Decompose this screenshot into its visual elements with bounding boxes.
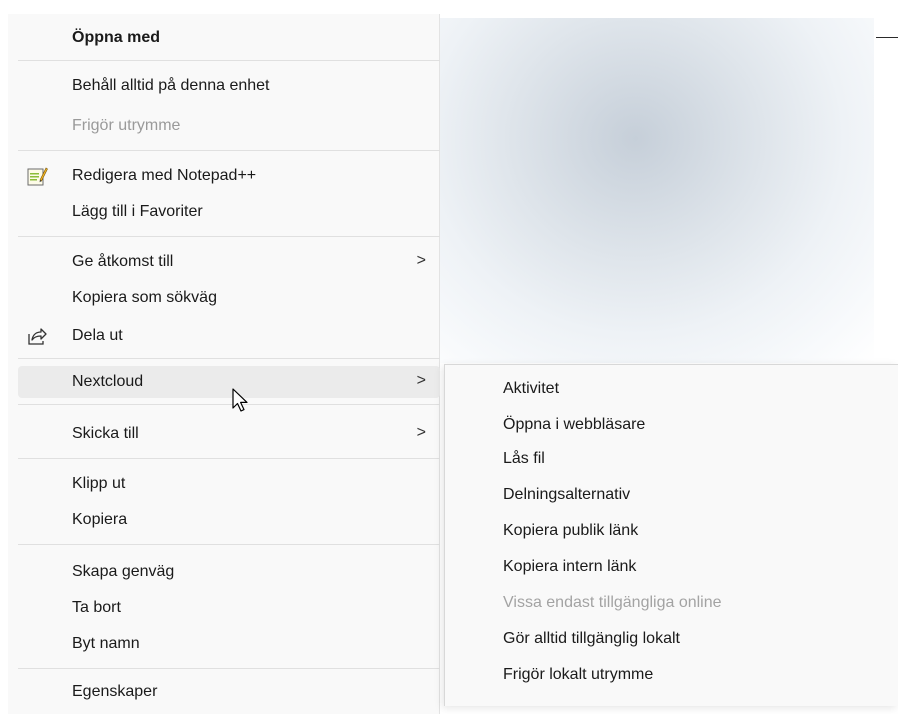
submenu-item-sharing-options[interactable]: Delningsalternativ (451, 479, 891, 511)
share-icon (28, 328, 47, 345)
submenu-item-label: Frigör lokalt utrymme (503, 666, 654, 683)
submenu-item-online-only: Vissa endast tillgängliga online (451, 587, 891, 619)
submenu-item-copy-internal-link[interactable]: Kopiera intern länk (451, 551, 891, 583)
notepad-plus-plus-icon (27, 167, 48, 186)
submenu-item-label: Gör alltid tillgänglig lokalt (503, 630, 680, 647)
menu-item-edit-notepad[interactable]: Redigera med Notepad++ (18, 160, 440, 192)
menu-item-cut[interactable]: Klipp ut (18, 468, 440, 500)
menu-item-send-to[interactable]: Skicka till > (18, 418, 440, 450)
menu-item-copy[interactable]: Kopiera (18, 504, 440, 536)
menu-item-properties[interactable]: Egenskaper (18, 676, 440, 708)
menu-item-label: Byt namn (72, 635, 140, 652)
menu-item-label: Öppna med (72, 29, 161, 46)
submenu-item-label: Vissa endast tillgängliga online (503, 594, 722, 611)
submenu-item-label: Kopiera intern länk (503, 558, 637, 575)
menu-item-add-favorites[interactable]: Lägg till i Favoriter (18, 196, 440, 228)
chevron-right-icon: > (416, 372, 426, 389)
menu-separator (18, 458, 440, 459)
menu-item-label: Redigera med Notepad++ (72, 167, 257, 184)
submenu-item-always-local[interactable]: Gör alltid tillgänglig lokalt (451, 623, 891, 655)
chevron-right-icon: > (416, 424, 426, 441)
menu-item-label: Kopiera som sökväg (72, 289, 217, 306)
menu-item-label: Kopiera (72, 511, 128, 528)
menu-separator (18, 150, 440, 151)
menu-item-label: Frigör utrymme (72, 117, 181, 134)
submenu-item-activity[interactable]: Aktivitet (451, 373, 891, 405)
menu-item-label: Ge åtkomst till (72, 253, 174, 270)
submenu-item-label: Kopiera publik länk (503, 522, 639, 539)
menu-item-label: Lägg till i Favoriter (72, 203, 203, 220)
menu-separator (18, 236, 440, 237)
menu-item-copy-path[interactable]: Kopiera som sökväg (18, 282, 440, 314)
menu-item-label: Dela ut (72, 327, 123, 344)
submenu-item-copy-public-link[interactable]: Kopiera publik länk (451, 515, 891, 547)
mouse-pointer-icon (232, 388, 248, 412)
menu-separator (18, 60, 440, 61)
menu-item-label: Klipp ut (72, 475, 126, 492)
menu-item-label: Egenskaper (72, 683, 158, 700)
menu-item-rename[interactable]: Byt namn (18, 628, 440, 660)
submenu-item-lock-file[interactable]: Lås fil (451, 443, 891, 475)
menu-item-delete[interactable]: Ta bort (18, 592, 440, 624)
submenu-item-label: Lås fil (503, 450, 545, 467)
submenu-item-label: Aktivitet (503, 380, 560, 397)
submenu-item-label: Öppna i webbläsare (503, 416, 646, 433)
menu-item-always-keep[interactable]: Behåll alltid på denna enhet (18, 70, 440, 102)
menu-separator (18, 544, 440, 545)
menu-separator (18, 404, 440, 405)
context-menu: Öppna med Behåll alltid på denna enhet F… (8, 14, 440, 714)
window-edge-line (876, 37, 898, 38)
menu-item-free-space: Frigör utrymme (18, 110, 440, 142)
menu-item-label: Behåll alltid på denna enhet (72, 77, 270, 94)
submenu-item-open-browser[interactable]: Öppna i webbläsare (451, 409, 891, 441)
menu-separator (18, 358, 440, 359)
menu-separator (18, 668, 440, 669)
menu-item-label: Ta bort (72, 599, 121, 616)
menu-item-label: Skicka till (72, 425, 139, 442)
menu-item-give-access[interactable]: Ge åtkomst till > (18, 246, 440, 278)
submenu-item-free-local-space[interactable]: Frigör lokalt utrymme (451, 659, 891, 691)
menu-item-open-with[interactable]: Öppna med (18, 22, 440, 54)
menu-item-label: Skapa genväg (72, 563, 175, 580)
menu-item-share[interactable]: Dela ut (18, 320, 440, 352)
desktop-background (440, 18, 874, 363)
nextcloud-submenu: Aktivitet Öppna i webbläsare Lås fil Del… (444, 364, 898, 706)
menu-item-label: Nextcloud (72, 373, 144, 390)
menu-item-nextcloud[interactable]: Nextcloud > (18, 366, 440, 398)
submenu-item-label: Delningsalternativ (503, 486, 631, 503)
chevron-right-icon: > (416, 252, 426, 269)
menu-item-create-shortcut[interactable]: Skapa genväg (18, 556, 440, 588)
